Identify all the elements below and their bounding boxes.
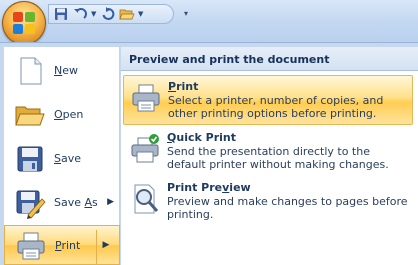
office-logo-icon [13,12,35,34]
printer-icon [132,84,160,112]
print-preview-icon [134,184,159,214]
save-as-label: Save As [54,196,98,209]
save-command[interactable]: Save [4,137,120,181]
print-preview-option-title: Print Preview [167,181,251,194]
undo-icon[interactable] [72,6,88,22]
open-folder-icon [15,106,45,126]
quick-access-toolbar: ▼ ▼ [48,4,174,24]
print-preview-option-description: Preview and make changes to pages before… [167,195,408,221]
save-disk-icon [17,146,43,172]
print-command[interactable]: Print ▶ [4,225,120,265]
print-label: Print [55,239,81,252]
redo-icon[interactable] [100,6,116,22]
quick-print-option-title: Quick Print [167,131,236,144]
save-as-command[interactable]: Save As ▶ [4,181,120,225]
print-option-description: Select a printer, number of copies, and … [168,94,384,120]
quick-print-option[interactable]: Quick Print Send the presentation direct… [123,127,413,177]
save-label: Save [54,152,82,165]
new-label: New [54,64,78,77]
print-preview-option[interactable]: Print Preview Preview and make changes t… [123,177,413,227]
print-submenu: Preview and print the document Print Sel… [121,47,418,265]
new-command[interactable]: New [4,49,120,93]
customize-arrow-icon[interactable]: ▾ [180,7,192,21]
quick-print-option-description: Send the presentation directly to the de… [167,145,389,171]
undo-dropdown-icon[interactable]: ▼ [91,10,97,18]
office-button[interactable] [2,1,46,45]
open-dropdown-icon[interactable]: ▼ [138,10,144,18]
printer-icon [17,232,45,260]
print-option[interactable]: Print Select a printer, number of copies… [123,75,413,125]
save-icon[interactable] [53,6,69,22]
new-document-icon [20,57,42,85]
open-label: Open [54,108,84,121]
menu-commands: New Open Save Save As ▶ Print ▶ [4,47,120,265]
title-bar: ▼ ▼ ▾ [0,0,418,46]
save-as-icon [16,190,46,219]
submenu-header: Preview and print the document [121,47,418,71]
office-menu: New Open Save Save As ▶ Print ▶ Preview … [0,42,418,265]
print-submenu-arrow-icon[interactable]: ▶ [97,234,115,256]
open-icon[interactable] [119,6,135,22]
quick-print-icon [131,134,159,163]
save-as-arrow-icon: ▶ [107,197,114,207]
open-command[interactable]: Open [4,93,120,137]
print-option-title: Print [168,80,199,93]
